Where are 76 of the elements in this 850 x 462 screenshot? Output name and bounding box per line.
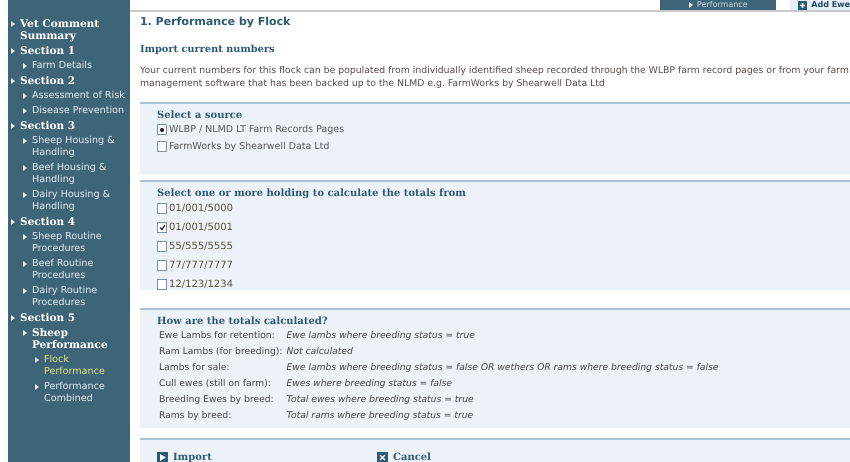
arrow-icon [11, 315, 15, 321]
arrow-icon [23, 288, 27, 294]
radio-button[interactable] [157, 124, 167, 135]
sidebar-item[interactable]: Performance Combined [11, 380, 128, 407]
sidebar-item[interactable]: Sheep Routine Procedures [11, 230, 128, 257]
play-icon [157, 452, 168, 462]
add-button[interactable]: Add Ewe [790, 0, 850, 10]
sidebar-item[interactable]: Sheep Performance [11, 326, 128, 353]
tab-button[interactable]: Performance [660, 0, 776, 10]
total-label: Ewe Lambs for retention: [159, 329, 276, 342]
arrow-icon [23, 192, 27, 198]
total-formula: Ewe lambs where breeding status = true [286, 329, 476, 342]
sidebar-item[interactable]: Section 2 [11, 74, 128, 89]
holding-label: 01/001/5000 [169, 203, 233, 214]
sidebar-item[interactable]: Assessment of Risk [11, 89, 128, 104]
holding-label: 12/123/1234 [169, 279, 233, 290]
panel-title: Select one or more holding to calculate the totals from [157, 188, 467, 199]
arrow-icon [23, 108, 27, 114]
sidebar-item[interactable]: Dairy Housing & Handling [11, 188, 128, 215]
arrow-icon [23, 165, 27, 171]
panel-title: How are the totals calculated? [157, 316, 329, 327]
total-formula: Total ewes where breeding status = true [286, 393, 475, 406]
page-title: 1. Performance by Flock [140, 15, 292, 28]
holding-label: 01/001/5001 [169, 222, 233, 233]
total-formula: Ewe lambs where breeding status = false OR wethers OR rams where breeding status = false [286, 361, 720, 374]
arrow-icon [11, 123, 15, 129]
plus-icon [798, 0, 808, 10]
sidebar-item[interactable]: Farm Details [11, 59, 128, 74]
option-label: WLBP / NLMD LT Farm Records Pages [169, 124, 344, 135]
sidebar-item[interactable]: Sheep Housing & Handling [11, 134, 128, 161]
total-label: Lambs for sale: [159, 361, 231, 374]
arrow-icon [11, 219, 15, 225]
arrow-icon [23, 234, 27, 240]
arrow-icon [11, 48, 15, 54]
arrow-icon [35, 384, 39, 390]
total-formula: Not calculated [286, 345, 354, 358]
x-icon [377, 452, 388, 462]
intro-text: Your current numbers for this flock can be populated from individually identified sheep recorded through the WLBP farm record pages or from your farm management software that has been backed up to the NLMD e.g. FarmWorks by Shearwell Data Ltd [140, 64, 850, 90]
panel-title: Select a source [157, 110, 244, 121]
arrow-icon [11, 78, 15, 84]
cancel-button[interactable]: Cancel [377, 450, 597, 462]
sidebar-item[interactable]: Section 1 [11, 44, 128, 59]
checkbox[interactable] [157, 260, 167, 271]
section-heading: Import current numbers [140, 44, 276, 55]
option-label: FarmWorks by Shearwell Data Ltd [169, 141, 330, 152]
checkbox[interactable] [157, 203, 167, 214]
total-label: Ram Lambs (for breeding): [159, 345, 282, 358]
holding-label: 77/777/7777 [169, 260, 233, 271]
sidebar-item[interactable]: Flock Performance [11, 353, 128, 380]
total-label: Rams by breed: [159, 409, 232, 422]
radio-button[interactable] [157, 141, 167, 152]
checkbox[interactable] [157, 241, 167, 252]
arrow-icon [23, 330, 27, 336]
sidebar-item[interactable]: Section 4 [11, 215, 128, 230]
sidebar-item[interactable]: Section 5 [11, 311, 128, 326]
total-formula: Total rams where breeding status = true [286, 409, 474, 422]
arrow-icon [23, 261, 27, 267]
arrow-icon [35, 357, 39, 363]
arrow-icon [23, 63, 27, 69]
arrow-icon [688, 2, 693, 8]
total-label: Breeding Ewes by breed: [159, 393, 275, 406]
sidebar-item[interactable]: Section 3 [11, 119, 128, 134]
arrow-icon [11, 21, 15, 27]
sidebar-item[interactable]: Beef Routine Procedures [11, 257, 128, 284]
holding-label: 55/555/5555 [169, 241, 233, 252]
arrow-icon [23, 138, 27, 144]
sidebar-item[interactable]: Beef Housing & Handling [11, 161, 128, 188]
import-button[interactable]: Import [157, 450, 377, 462]
total-formula: Ewes where breeding status = false [286, 377, 454, 390]
checkbox[interactable] [157, 222, 167, 233]
sidebar-item[interactable]: Disease Prevention [11, 104, 128, 119]
checkbox[interactable] [157, 279, 167, 290]
sidebar-item[interactable]: Dairy Routine Procedures [11, 284, 128, 311]
sidebar-item[interactable]: Vet Comment Summary [11, 17, 128, 44]
arrow-icon [23, 93, 27, 99]
total-label: Cull ewes (still on farm): [159, 377, 272, 390]
